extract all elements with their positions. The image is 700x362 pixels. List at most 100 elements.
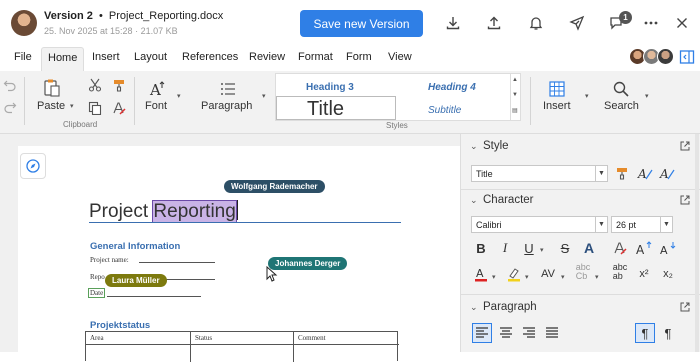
grow-font-icon[interactable]: A xyxy=(635,239,653,257)
send-icon[interactable] xyxy=(567,13,587,33)
font-label[interactable]: Font xyxy=(145,100,167,112)
paste-icon[interactable] xyxy=(41,77,63,99)
search-label[interactable]: Search xyxy=(604,100,639,112)
styles-scroll[interactable]: ▲ ▼ ▤ xyxy=(510,74,520,120)
underline-dropdown[interactable]: ▾ xyxy=(540,246,544,254)
format-painter-icon[interactable] xyxy=(111,77,127,93)
strikethrough-button[interactable]: S xyxy=(556,239,574,257)
change-case-icon[interactable]: abc Cb xyxy=(574,263,592,281)
style-heading4[interactable]: Heading 4 xyxy=(428,82,476,93)
panel-scrollbar[interactable] xyxy=(695,134,699,352)
save-new-version-button[interactable]: Save new Version xyxy=(300,10,423,37)
document-title-line: Version 2 • Project_Reporting.docx xyxy=(44,10,223,22)
file-name[interactable]: Project_Reporting.docx xyxy=(109,10,223,22)
font-icon[interactable]: A xyxy=(147,79,167,99)
menu-review[interactable]: Review xyxy=(249,51,285,63)
ltr-direction-button[interactable]: ¶ xyxy=(635,323,655,343)
bell-icon[interactable] xyxy=(526,13,546,33)
field-date[interactable]: Date xyxy=(88,288,106,298)
align-right-button[interactable] xyxy=(520,324,538,342)
style-title-selected[interactable]: Title xyxy=(276,96,396,120)
language-icon[interactable]: abc ab xyxy=(611,263,629,281)
document-area: Project Reporting General Information Pr… xyxy=(0,134,460,362)
new-style-icon[interactable]: A xyxy=(636,164,654,182)
menu-format[interactable]: Format xyxy=(298,51,333,63)
navigator-button[interactable] xyxy=(20,153,46,179)
subscript-button[interactable]: x₂ xyxy=(659,265,677,283)
style-paint-icon[interactable] xyxy=(613,164,631,182)
search-dropdown[interactable]: ▾ xyxy=(645,92,649,100)
more-options-icon[interactable] xyxy=(641,13,661,33)
character-spacing-icon[interactable]: AV xyxy=(539,265,557,283)
bold-button[interactable]: B xyxy=(472,239,490,257)
menu-form[interactable]: Form xyxy=(346,51,372,63)
collaborator-cursor-laura: Laura Müller xyxy=(105,274,167,287)
align-left-button[interactable] xyxy=(472,323,492,343)
font-color-dropdown[interactable]: ▾ xyxy=(492,273,496,281)
status-table[interactable]: Area Status Comment xyxy=(85,331,399,362)
highlight-dropdown[interactable]: ▾ xyxy=(525,273,529,281)
character-collapse-icon[interactable]: ⌄ xyxy=(470,195,478,206)
clear-formatting-icon[interactable] xyxy=(611,239,629,257)
italic-button[interactable]: I xyxy=(496,239,514,257)
close-icon[interactable] xyxy=(672,13,692,33)
insert-table-icon[interactable] xyxy=(547,79,567,99)
download-icon[interactable] xyxy=(443,13,463,33)
paragraph-collapse-icon[interactable]: ⌄ xyxy=(470,302,478,313)
text-effects-button[interactable]: A xyxy=(580,239,598,257)
collaborator-avatar[interactable] xyxy=(657,48,674,65)
cut-icon[interactable] xyxy=(87,77,103,93)
paragraph-label[interactable]: Paragraph xyxy=(201,100,252,112)
user-avatar[interactable] xyxy=(11,10,37,36)
character-expand-icon[interactable] xyxy=(679,194,691,206)
style-subtitle[interactable]: Subtitle xyxy=(428,105,461,116)
svg-text:A: A xyxy=(636,243,645,255)
rtl-direction-button[interactable]: ¶ xyxy=(659,324,677,342)
underline-button[interactable]: U xyxy=(520,239,538,257)
sidebar-toggle-icon[interactable] xyxy=(679,49,695,65)
svg-text:A: A xyxy=(637,167,647,180)
redo-icon[interactable] xyxy=(2,99,18,115)
style-select[interactable]: Title ▼ xyxy=(471,165,608,182)
align-center-button[interactable] xyxy=(497,324,515,342)
superscript-button[interactable]: x² xyxy=(635,265,653,283)
update-style-icon[interactable]: A xyxy=(658,164,676,182)
paragraph-dropdown[interactable]: ▾ xyxy=(262,92,266,100)
font-color-icon[interactable]: A xyxy=(472,265,490,283)
undo-icon[interactable] xyxy=(2,77,18,93)
spacing-dropdown[interactable]: ▾ xyxy=(561,273,565,281)
paragraph-icon[interactable] xyxy=(218,79,238,99)
justify-button[interactable] xyxy=(543,324,561,342)
paste-label[interactable]: Paste xyxy=(37,100,65,112)
change-case-dropdown[interactable]: ▾ xyxy=(595,273,599,281)
paste-dropdown[interactable]: ▾ xyxy=(70,102,74,110)
search-icon[interactable] xyxy=(611,79,631,99)
font-size-select[interactable]: 26 pt ▼ xyxy=(611,216,673,233)
font-size-value: 26 pt xyxy=(616,220,637,230)
menu-view[interactable]: View xyxy=(388,51,412,63)
upload-icon[interactable] xyxy=(484,13,504,33)
field-line xyxy=(107,296,201,297)
style-expand-icon[interactable] xyxy=(679,140,691,152)
copy-icon[interactable] xyxy=(87,100,103,116)
document-title[interactable]: Project Reporting xyxy=(89,200,239,223)
section-general-information: General Information xyxy=(90,241,181,252)
font-dropdown[interactable]: ▾ xyxy=(177,92,181,100)
font-select[interactable]: Calibri ▼ xyxy=(471,216,608,233)
menu-references[interactable]: References xyxy=(182,51,238,63)
document-page[interactable]: Project Reporting General Information Pr… xyxy=(18,146,460,362)
menu-layout[interactable]: Layout xyxy=(134,51,167,63)
clear-format-icon[interactable] xyxy=(111,100,127,116)
menu-home[interactable]: Home xyxy=(41,47,85,71)
highlight-color-icon[interactable] xyxy=(505,265,523,283)
style-heading3[interactable]: Heading 3 xyxy=(306,82,354,93)
insert-label[interactable]: Insert xyxy=(543,100,571,112)
shrink-font-icon[interactable]: A xyxy=(659,239,677,257)
insert-dropdown[interactable]: ▾ xyxy=(585,92,589,100)
menu-file[interactable]: File xyxy=(14,51,32,63)
style-collapse-icon[interactable]: ⌄ xyxy=(470,141,478,152)
field-line xyxy=(139,262,215,263)
file-meta: 25. Nov 2025 at 15:28 · 21.07 KB xyxy=(44,26,178,36)
menu-insert[interactable]: Insert xyxy=(92,51,120,63)
paragraph-expand-icon[interactable] xyxy=(679,301,691,313)
